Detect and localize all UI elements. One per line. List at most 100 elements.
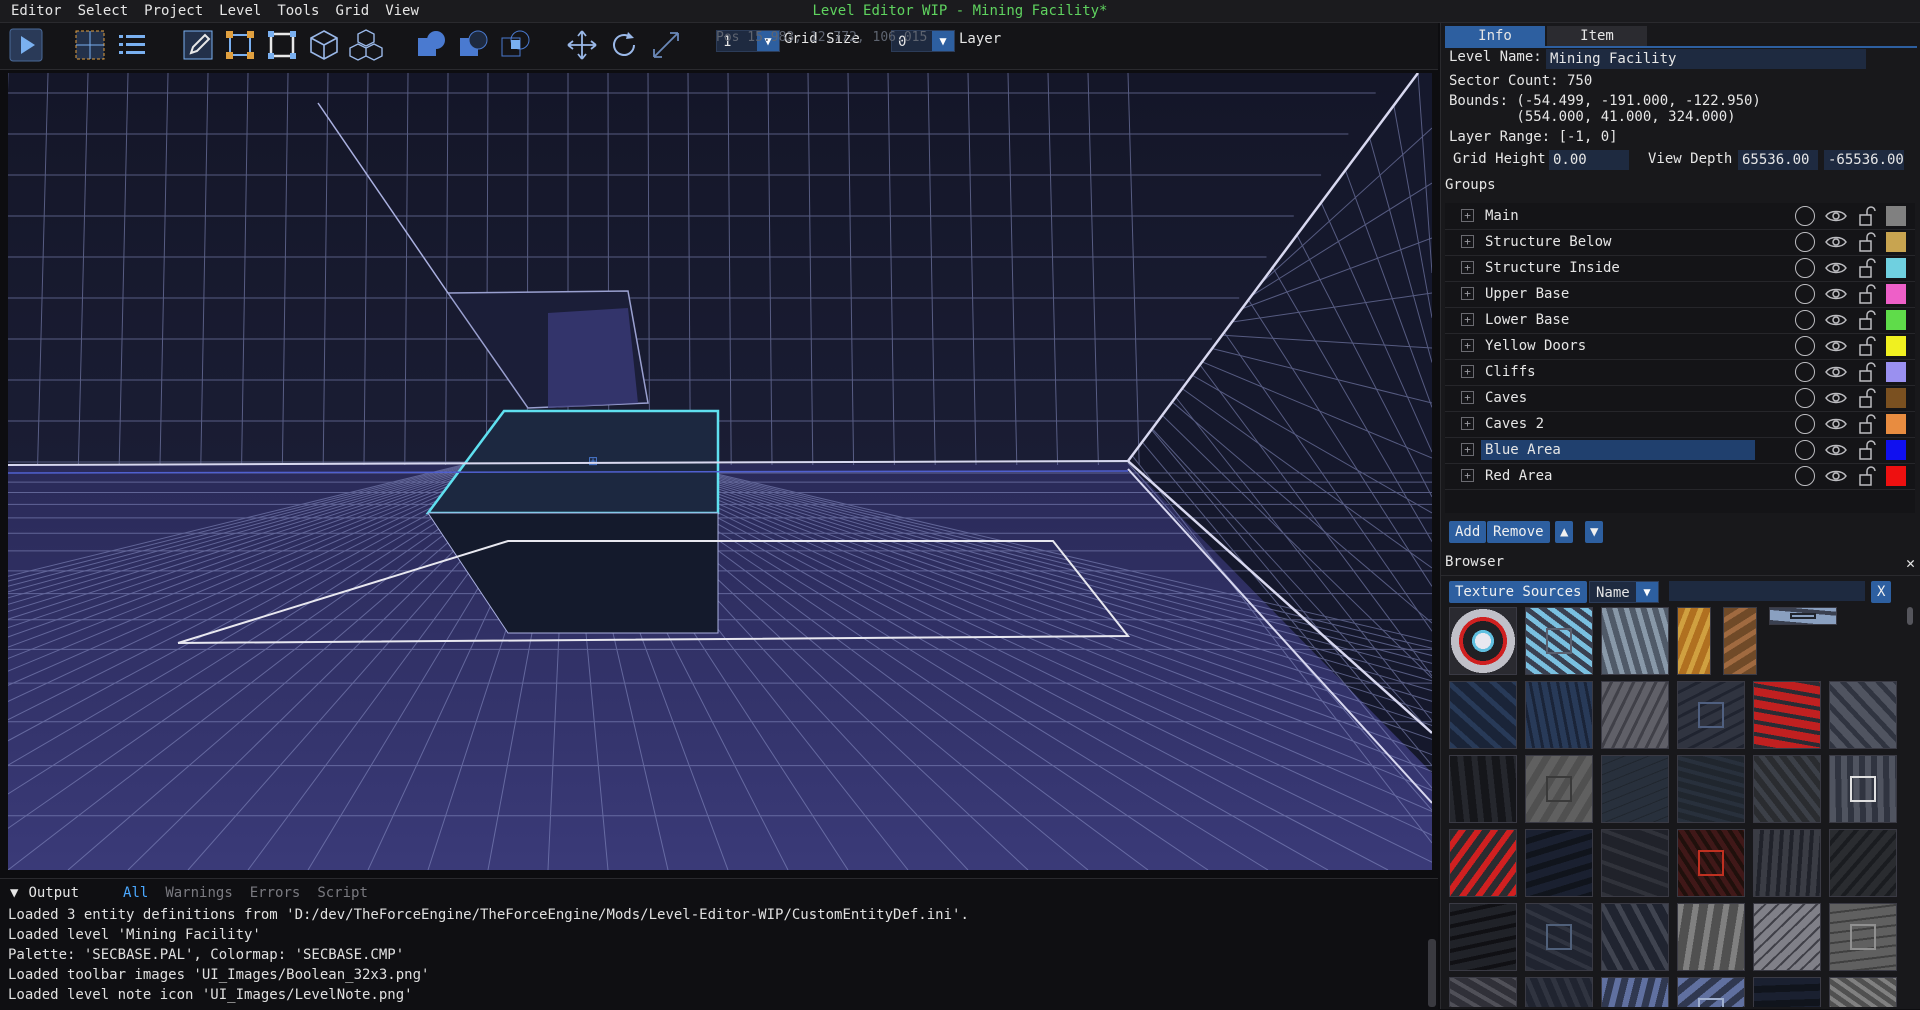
eye-icon[interactable]: [1825, 234, 1847, 250]
expand-icon[interactable]: +: [1461, 235, 1474, 248]
grid-height-input[interactable]: 0.00: [1549, 150, 1629, 170]
texture-thumbnail[interactable]: [1525, 977, 1593, 1007]
view-depth-min-input[interactable]: 65536.00: [1738, 150, 1818, 170]
expand-icon[interactable]: +: [1461, 469, 1474, 482]
remove-group-button[interactable]: Remove: [1487, 521, 1550, 543]
clear-filter-button[interactable]: X: [1871, 581, 1892, 603]
group-name[interactable]: Yellow Doors: [1481, 336, 1586, 356]
scale-button[interactable]: [648, 27, 684, 63]
eye-icon[interactable]: [1825, 260, 1847, 276]
3d-viewport[interactable]: ⊞: [8, 73, 1432, 870]
lock-icon[interactable]: [1857, 310, 1877, 330]
level-name-input[interactable]: Mining Facility: [1546, 49, 1866, 69]
lock-icon[interactable]: [1857, 388, 1877, 408]
move-button[interactable]: [564, 27, 600, 63]
lock-icon[interactable]: [1857, 336, 1877, 356]
group-name[interactable]: Structure Below: [1481, 232, 1611, 252]
group-color-swatch[interactable]: [1886, 440, 1906, 460]
group-color-swatch[interactable]: [1886, 336, 1906, 356]
collapse-icon[interactable]: ▼: [10, 885, 18, 901]
texture-thumbnail[interactable]: [1677, 755, 1745, 823]
output-scrollbar[interactable]: [1428, 939, 1436, 1007]
browser-filter-input[interactable]: [1669, 581, 1865, 601]
tab-errors[interactable]: Errors: [250, 885, 301, 901]
lock-icon[interactable]: [1857, 206, 1877, 226]
group-row[interactable]: + Structure Inside: [1445, 255, 1915, 282]
eye-icon[interactable]: [1825, 312, 1847, 328]
texture-thumbnail[interactable]: [1601, 755, 1669, 823]
lock-icon[interactable]: [1857, 414, 1877, 434]
expand-icon[interactable]: +: [1461, 417, 1474, 430]
eye-icon[interactable]: [1825, 364, 1847, 380]
menu-select[interactable]: Select: [70, 0, 137, 22]
group-color-swatch[interactable]: [1886, 284, 1906, 304]
texture-thumbnail[interactable]: [1753, 977, 1821, 1007]
group-row[interactable]: + Yellow Doors: [1445, 333, 1915, 360]
eye-icon[interactable]: [1825, 338, 1847, 354]
group-color-swatch[interactable]: [1886, 232, 1906, 252]
texture-thumbnail[interactable]: [1829, 829, 1897, 897]
boolean-union-button[interactable]: [414, 27, 450, 63]
select-grid-button[interactable]: [72, 27, 108, 63]
texture-thumbnail[interactable]: [1753, 829, 1821, 897]
group-row[interactable]: + Main: [1445, 203, 1915, 230]
texture-thumbnail[interactable]: [1601, 977, 1669, 1007]
visibility-toggle-icon[interactable]: [1795, 388, 1815, 408]
group-row[interactable]: + Lower Base: [1445, 307, 1915, 334]
expand-icon[interactable]: +: [1461, 391, 1474, 404]
visibility-toggle-icon[interactable]: [1795, 466, 1815, 486]
expand-icon[interactable]: +: [1461, 313, 1474, 326]
eye-icon[interactable]: [1825, 468, 1847, 484]
texture-thumbnail[interactable]: [1525, 755, 1593, 823]
expand-icon[interactable]: +: [1461, 287, 1474, 300]
texture-thumbnail[interactable]: [1753, 681, 1821, 749]
group-row[interactable]: + Upper Base: [1445, 281, 1915, 308]
expand-icon[interactable]: +: [1461, 209, 1474, 222]
draw-button[interactable]: [180, 27, 216, 63]
move-up-button[interactable]: ▲: [1555, 521, 1574, 543]
lock-icon[interactable]: [1857, 440, 1877, 460]
visibility-toggle-icon[interactable]: [1795, 284, 1815, 304]
menu-view[interactable]: View: [377, 0, 427, 22]
texture-thumbnail[interactable]: [1753, 903, 1821, 971]
sort-select[interactable]: Name ▼: [1589, 581, 1659, 603]
menu-editor[interactable]: Editor: [0, 0, 70, 22]
browser-scrollbar[interactable]: [1907, 607, 1913, 625]
lock-icon[interactable]: [1857, 284, 1877, 304]
texture-thumbnail[interactable]: [1601, 607, 1669, 675]
group-row[interactable]: + Red Area: [1445, 463, 1915, 490]
group-row[interactable]: + Blue Area: [1445, 437, 1915, 464]
texture-thumbnail[interactable]: [1829, 903, 1897, 971]
lock-icon[interactable]: [1857, 232, 1877, 252]
group-color-swatch[interactable]: [1886, 258, 1906, 278]
group-color-swatch[interactable]: [1886, 388, 1906, 408]
texture-thumbnail[interactable]: [1677, 829, 1745, 897]
view-depth-max-input[interactable]: -65536.00: [1824, 150, 1904, 170]
tab-item[interactable]: Item: [1547, 26, 1647, 46]
texture-thumbnail[interactable]: [1829, 681, 1897, 749]
boolean-subtract-button[interactable]: [456, 27, 492, 63]
texture-thumbnail[interactable]: [1753, 755, 1821, 823]
group-color-swatch[interactable]: [1886, 466, 1906, 486]
texture-thumbnail[interactable]: [1601, 681, 1669, 749]
vertex-mode-button[interactable]: [222, 27, 258, 63]
group-name[interactable]: Red Area: [1481, 466, 1552, 486]
texture-thumbnail[interactable]: [1677, 977, 1745, 1007]
eye-icon[interactable]: [1825, 208, 1847, 224]
visibility-toggle-icon[interactable]: [1795, 414, 1815, 434]
texture-thumbnail[interactable]: [1449, 829, 1517, 897]
group-name[interactable]: Blue Area: [1481, 440, 1755, 460]
group-color-swatch[interactable]: [1886, 310, 1906, 330]
expand-icon[interactable]: +: [1461, 339, 1474, 352]
list-button[interactable]: [114, 27, 150, 63]
play-button[interactable]: [8, 27, 44, 63]
texture-thumbnail[interactable]: [1525, 903, 1593, 971]
expand-icon[interactable]: +: [1461, 443, 1474, 456]
group-name[interactable]: Caves 2: [1481, 414, 1544, 434]
group-row[interactable]: + Caves 2: [1445, 411, 1915, 438]
menu-tools[interactable]: Tools: [269, 0, 327, 22]
visibility-toggle-icon[interactable]: [1795, 206, 1815, 226]
sector-mode-button[interactable]: [306, 27, 342, 63]
texture-thumbnail[interactable]: [1677, 903, 1745, 971]
texture-thumbnail[interactable]: [1449, 681, 1517, 749]
